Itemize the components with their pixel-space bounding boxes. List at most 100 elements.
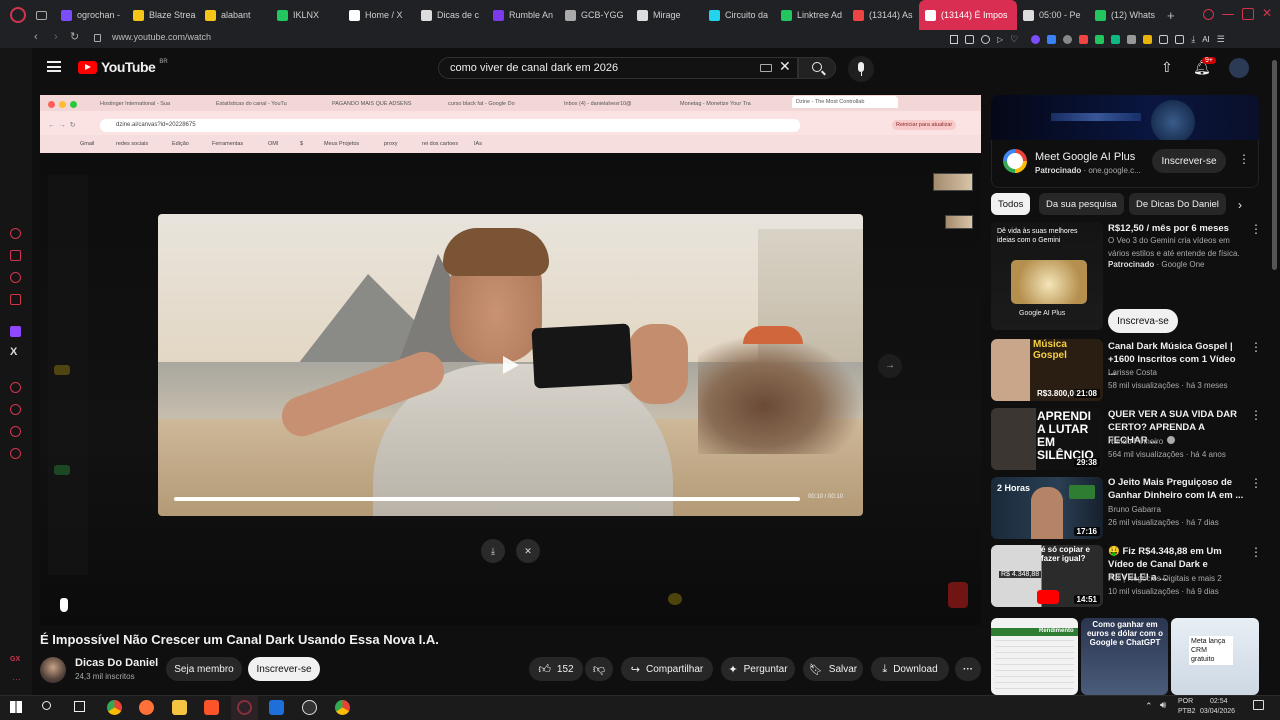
sidebar-toggle-icon[interactable]: ☰ xyxy=(1217,34,1225,45)
rail-x-icon[interactable]: X xyxy=(10,346,17,358)
rec-thumbnail-4[interactable]: é só copiar e fazer igual? R$ 4.348,88 1… xyxy=(991,545,1103,607)
notification-center-icon[interactable] xyxy=(1253,700,1264,710)
ad-banner[interactable] xyxy=(991,95,1259,140)
rec-thumbnail-1[interactable]: Música Gospel R$3.800,00 21:08 xyxy=(991,339,1103,401)
taskbar-search-icon[interactable] xyxy=(42,701,51,710)
channel-name[interactable]: Dicas Do Daniel xyxy=(75,657,158,669)
obs-taskbar-icon[interactable] xyxy=(302,700,317,715)
scrollbar[interactable] xyxy=(1272,60,1277,270)
rail-history-icon[interactable] xyxy=(10,228,21,239)
search-button[interactable] xyxy=(798,57,836,79)
heart-ext-icon[interactable]: ♡ xyxy=(1010,34,1018,45)
browser-tab[interactable]: (13144) As xyxy=(847,0,919,30)
search-input[interactable]: como viver de canal dark em 2026 xyxy=(438,57,798,79)
dislike-button[interactable]: 👎︎ xyxy=(585,657,613,681)
app-taskbar-icon[interactable] xyxy=(269,700,284,715)
rec-thumbnail-3[interactable]: 2 Horas 17:16 xyxy=(991,477,1103,539)
browser-tab[interactable]: Linktree Ad xyxy=(775,0,847,30)
ad-card[interactable]: Meet Google AI Plus Patrocinado · one.go… xyxy=(991,140,1259,188)
short-thumbnail-3[interactable]: Meta lança CRM gratuito xyxy=(1171,618,1259,695)
ext-3-icon[interactable] xyxy=(1063,34,1073,44)
rec-more-icon-4[interactable]: ⋮ xyxy=(1250,545,1262,559)
rec-channel-4[interactable]: Full | Negócios Digitais e mais 2 xyxy=(1108,572,1253,585)
browser-tab[interactable]: alabant xyxy=(199,0,271,30)
maximize-button[interactable] xyxy=(1242,8,1254,20)
reload-icon[interactable]: ↻ xyxy=(70,30,79,43)
next-arrow-button[interactable]: → xyxy=(878,354,902,378)
browser-tab[interactable]: Dicas de c xyxy=(415,0,487,30)
download-page-icon[interactable] xyxy=(965,34,974,44)
tab-overview-icon[interactable] xyxy=(36,10,47,20)
bookmark-icon[interactable] xyxy=(950,34,958,44)
back-icon[interactable]: ‹ xyxy=(34,31,38,43)
short-thumbnail-2[interactable]: Como ganhar em euros e dólar com o Googl… xyxy=(1081,618,1168,695)
browser-tab[interactable]: (13144) É Impos xyxy=(919,0,1017,30)
ext-8-icon[interactable] xyxy=(1143,34,1153,44)
chips-next-icon[interactable]: › xyxy=(1238,198,1242,212)
task-view-icon[interactable] xyxy=(74,701,85,712)
rec-more-icon-1[interactable]: ⋮ xyxy=(1250,340,1262,354)
ad-title[interactable]: Meet Google AI Plus xyxy=(1035,151,1135,163)
browser-tab[interactable]: 05:00 - Pe xyxy=(1017,0,1089,30)
rec-channel-3[interactable]: Bruno Gabarra xyxy=(1108,503,1253,516)
volume-icon[interactable]: 🔊︎ xyxy=(1160,700,1166,711)
browser-tab[interactable]: GCB-YGG xyxy=(559,0,631,30)
promo-more-icon[interactable]: ⋮ xyxy=(1250,222,1262,236)
ad-subscribe-button[interactable]: Inscrever-se xyxy=(1152,149,1226,173)
brave-taskbar-icon[interactable] xyxy=(204,700,219,715)
forward-icon[interactable]: › xyxy=(54,31,58,43)
explorer-taskbar-icon[interactable] xyxy=(172,700,187,715)
browser-tab[interactable]: Mirage xyxy=(631,0,703,30)
ad-more-icon[interactable]: ⋮ xyxy=(1238,152,1250,166)
url-field[interactable]: www.youtube.com/watch xyxy=(112,32,211,42)
promo-thumbnail[interactable]: Dê vida às suas melhores ideias com o Ge… xyxy=(991,222,1103,330)
rec-channel-1[interactable]: Larisse Costa xyxy=(1108,366,1253,379)
chrome-taskbar-icon[interactable] xyxy=(107,700,122,715)
site-info-icon[interactable] xyxy=(94,34,101,42)
firefox-taskbar-icon[interactable] xyxy=(139,700,154,715)
ext-10-icon[interactable] xyxy=(1175,34,1185,44)
minimize-button[interactable] xyxy=(1222,14,1234,16)
browser-menu-icon[interactable] xyxy=(10,7,26,23)
play-overlay-icon[interactable] xyxy=(503,356,519,374)
keyboard-icon[interactable] xyxy=(760,64,772,72)
share-button[interactable]: ↪ Compartilhar xyxy=(621,657,713,681)
ext-7-icon[interactable] xyxy=(1127,34,1137,44)
progress-bar[interactable] xyxy=(174,497,800,501)
rail-gx-icon[interactable]: GX xyxy=(10,656,20,663)
ext-4-icon[interactable] xyxy=(1079,34,1089,44)
shield-ext-icon[interactable] xyxy=(981,34,990,44)
rail-play-icon[interactable] xyxy=(10,382,21,393)
chrome2-taskbar-icon[interactable] xyxy=(335,700,350,715)
rec-more-icon-2[interactable]: ⋮ xyxy=(1250,408,1262,422)
rail-clock-icon[interactable] xyxy=(10,404,21,415)
clear-search-icon[interactable]: ✕ xyxy=(779,58,791,75)
rec-more-icon-3[interactable]: ⋮ xyxy=(1250,476,1262,490)
rail-extension-icon[interactable] xyxy=(10,426,21,437)
rail-settings-icon[interactable] xyxy=(10,448,21,459)
save-button[interactable]: 🔖︎ Salvar xyxy=(803,657,863,681)
menu-icon[interactable] xyxy=(47,61,61,72)
ext-6-icon[interactable] xyxy=(1111,34,1121,44)
ask-button[interactable]: ✦ Perguntar xyxy=(721,657,795,681)
overlay-download-button[interactable]: ⤓ xyxy=(481,539,505,563)
download-button[interactable]: ⤓ Download xyxy=(871,657,949,681)
rec-title-3[interactable]: O Jeito Mais Preguiçoso de Ganhar Dinhei… xyxy=(1108,476,1246,502)
browser-tab[interactable]: (12) Whats xyxy=(1089,0,1161,30)
promo-subscribe-button[interactable]: Inscreva-se xyxy=(1108,309,1178,333)
rail-mail-icon[interactable] xyxy=(10,294,21,305)
ai-button[interactable]: AI xyxy=(1202,35,1210,44)
video-frame[interactable] xyxy=(158,214,863,516)
browser-tab[interactable]: IKLNX xyxy=(271,0,343,30)
clock-date[interactable]: 03/04/2026 xyxy=(1200,708,1235,715)
chip-from-search[interactable]: Da sua pesquisa xyxy=(1039,193,1124,215)
rail-more-icon[interactable]: ··· xyxy=(12,674,21,684)
rail-twitch-icon[interactable] xyxy=(10,326,21,337)
chip-from-channel[interactable]: De Dicas Do Daniel xyxy=(1129,193,1226,215)
rec-thumbnail-2[interactable]: APRENDI A LUTAR EM SILÊNCIO 29:38 xyxy=(991,408,1103,470)
ext-9-icon[interactable] xyxy=(1159,34,1169,44)
youtube-logo[interactable]: YouTube BR xyxy=(78,59,168,75)
tray-chevron-icon[interactable]: ⌃ xyxy=(1145,701,1153,712)
downloads-icon[interactable]: ⤓ xyxy=(1191,34,1195,45)
input-language[interactable]: POR xyxy=(1178,698,1193,705)
